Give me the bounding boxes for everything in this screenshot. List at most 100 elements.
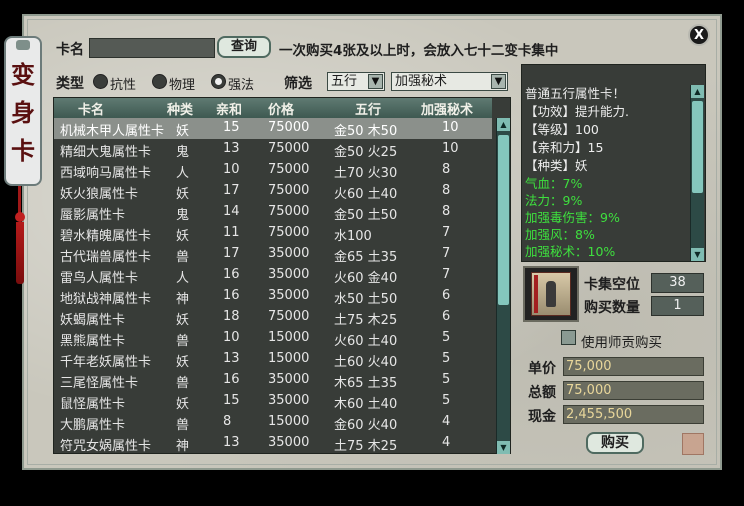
cell-affinity: 13 bbox=[223, 435, 240, 450]
list-scrollbar[interactable]: ▲ ▼ bbox=[496, 118, 510, 454]
banner-cap bbox=[16, 40, 30, 50]
table-row[interactable]: 妖蝎属性卡 妖 18 75000 土75 木25 6 bbox=[54, 307, 492, 328]
cell-price: 75000 bbox=[268, 183, 310, 198]
cell-price: 75000 bbox=[268, 204, 310, 219]
table-row[interactable]: 三尾怪属性卡 兽 16 35000 木65 土35 5 bbox=[54, 370, 492, 391]
card-name-input[interactable] bbox=[89, 38, 215, 58]
cell-name: 符咒女娲属性卡 bbox=[60, 439, 152, 454]
table-row[interactable]: 妖火狼属性卡 妖 17 75000 火60 土40 8 bbox=[54, 181, 492, 202]
cell-element: 金50 火25 bbox=[334, 145, 398, 160]
cell-name: 妖蝎属性卡 bbox=[60, 313, 126, 328]
table-row[interactable]: 雷鸟人属性卡 人 16 35000 火60 金40 7 bbox=[54, 265, 492, 286]
cell-bonus: 5 bbox=[442, 372, 451, 387]
cell-name: 古代瑞兽属性卡 bbox=[60, 250, 152, 265]
cell-affinity: 15 bbox=[223, 393, 240, 408]
cell-bonus: 6 bbox=[442, 288, 451, 303]
table-row[interactable]: 精细大鬼属性卡 鬼 13 75000 金50 火25 10 bbox=[54, 139, 492, 160]
qty-input[interactable]: 1 bbox=[651, 296, 704, 316]
cell-affinity: 16 bbox=[223, 372, 240, 387]
col-element[interactable]: 五行 bbox=[355, 99, 381, 118]
cell-affinity: 8 bbox=[223, 414, 232, 429]
cell-bonus: 7 bbox=[442, 246, 451, 261]
col-name[interactable]: 卡名 bbox=[78, 99, 104, 118]
table-row[interactable]: 机械木甲人属性卡妖 15 75000 金50 木50 10 bbox=[54, 118, 492, 139]
cell-bonus: 8 bbox=[442, 204, 451, 219]
cell-kind: 妖 bbox=[176, 397, 190, 412]
query-button[interactable]: 查询 bbox=[217, 36, 271, 58]
col-bonus[interactable]: 加强秘术 bbox=[421, 99, 473, 118]
cell-affinity: 13 bbox=[223, 351, 240, 366]
radio-resist[interactable] bbox=[93, 74, 108, 89]
cash-value: 2,455,500 bbox=[563, 405, 704, 424]
cell-bonus: 8 bbox=[442, 183, 451, 198]
buy-button[interactable]: 购买 bbox=[586, 432, 644, 454]
cell-affinity: 16 bbox=[223, 267, 240, 282]
table-row[interactable]: 符咒女娲属性卡 神 13 35000 土75 木25 4 bbox=[54, 433, 492, 454]
close-button[interactable]: X bbox=[688, 24, 710, 46]
cell-affinity: 10 bbox=[223, 330, 240, 345]
scroll-down-icon[interactable]: ▼ bbox=[497, 441, 510, 454]
cell-kind: 神 bbox=[176, 292, 190, 307]
warrior-figure-icon bbox=[546, 281, 556, 307]
col-price[interactable]: 价格 bbox=[268, 99, 294, 118]
cell-kind: 妖 bbox=[176, 229, 190, 244]
scroll-thumb[interactable] bbox=[498, 135, 509, 305]
scroll-thumb[interactable] bbox=[692, 101, 703, 193]
cell-kind: 人 bbox=[176, 271, 190, 286]
attribute-select[interactable]: 加强秘术 ▼ bbox=[391, 72, 508, 91]
cell-element: 火60 土40 bbox=[334, 334, 398, 349]
cell-affinity: 14 bbox=[223, 204, 240, 219]
detail-line: 【功效】提升能力. bbox=[525, 104, 629, 119]
scroll-down-icon[interactable]: ▼ bbox=[691, 248, 704, 261]
cell-name: 鼠怪属性卡 bbox=[60, 397, 126, 412]
cell-element: 水50 土50 bbox=[334, 292, 398, 307]
col-kind[interactable]: 种类 bbox=[167, 99, 193, 118]
detail-line: 【亲和力】15 bbox=[525, 140, 604, 155]
detail-line: 【等级】100 bbox=[525, 122, 599, 137]
table-row[interactable]: 古代瑞兽属性卡 兽 17 35000 金65 土35 7 bbox=[54, 244, 492, 265]
scroll-up-icon[interactable]: ▲ bbox=[691, 85, 704, 98]
table-row[interactable]: 千年老妖属性卡 妖 13 15000 土60 火40 5 bbox=[54, 349, 492, 370]
cell-name: 精细大鬼属性卡 bbox=[60, 145, 152, 160]
cell-affinity: 18 bbox=[223, 309, 240, 324]
cell-kind: 兽 bbox=[176, 250, 190, 265]
cell-element: 金65 土35 bbox=[334, 250, 398, 265]
cell-bonus: 5 bbox=[442, 393, 451, 408]
col-affinity[interactable]: 亲和 bbox=[216, 99, 242, 118]
radio-physical[interactable] bbox=[152, 74, 167, 89]
card-portrait bbox=[523, 266, 579, 322]
cell-kind: 妖 bbox=[176, 313, 190, 328]
radio-magic[interactable] bbox=[211, 74, 226, 89]
cell-name: 碧水精魄属性卡 bbox=[60, 229, 152, 244]
table-row[interactable]: 地狱战神属性卡 神 16 35000 水50 土50 6 bbox=[54, 286, 492, 307]
table-row[interactable]: 大鹏属性卡 兽 8 15000 金60 火40 4 bbox=[54, 412, 492, 433]
detail-scrollbar[interactable]: ▲ ▼ bbox=[690, 85, 704, 261]
mentor-pay-checkbox[interactable] bbox=[561, 330, 576, 345]
cell-element: 火60 金40 bbox=[334, 271, 398, 286]
cell-kind: 兽 bbox=[176, 376, 190, 391]
attribute-select-value: 加强秘术 bbox=[395, 74, 448, 89]
cell-price: 35000 bbox=[268, 435, 310, 450]
transform-card-banner: 变 身 卡 bbox=[4, 36, 42, 186]
list-header: 卡名 种类 亲和 价格 五行 加强秘术 bbox=[54, 98, 492, 118]
table-row[interactable]: 蜃影属性卡 鬼 14 75000 金50 土50 8 bbox=[54, 202, 492, 223]
cell-element: 土75 木25 bbox=[334, 439, 398, 454]
table-row[interactable]: 黑熊属性卡 兽 10 15000 火60 土40 5 bbox=[54, 328, 492, 349]
table-row[interactable]: 西域响马属性卡 人 10 75000 土70 火30 8 bbox=[54, 160, 492, 181]
cell-affinity: 13 bbox=[223, 141, 240, 156]
chevron-down-icon: ▼ bbox=[368, 74, 383, 89]
element-select[interactable]: 五行 ▼ bbox=[327, 72, 385, 91]
scroll-up-icon[interactable]: ▲ bbox=[497, 118, 510, 131]
cell-price: 35000 bbox=[268, 288, 310, 303]
cell-element: 水100 bbox=[334, 229, 372, 244]
screen-label: 筛选 bbox=[284, 76, 312, 92]
cell-bonus: 4 bbox=[442, 435, 451, 450]
card-detail-panel: 普通五行属性卡！ 【功效】提升能力. 【等级】100 【亲和力】15 【种类】妖… bbox=[521, 64, 706, 262]
seal-stamp-icon bbox=[682, 433, 704, 455]
cell-element: 火60 土40 bbox=[334, 187, 398, 202]
cell-kind: 兽 bbox=[176, 418, 190, 433]
cell-bonus: 6 bbox=[442, 309, 451, 324]
table-row[interactable]: 碧水精魄属性卡 妖 11 75000 水100 7 bbox=[54, 223, 492, 244]
cell-name: 地狱战神属性卡 bbox=[60, 292, 152, 307]
table-row[interactable]: 鼠怪属性卡 妖 15 35000 木60 土40 5 bbox=[54, 391, 492, 412]
